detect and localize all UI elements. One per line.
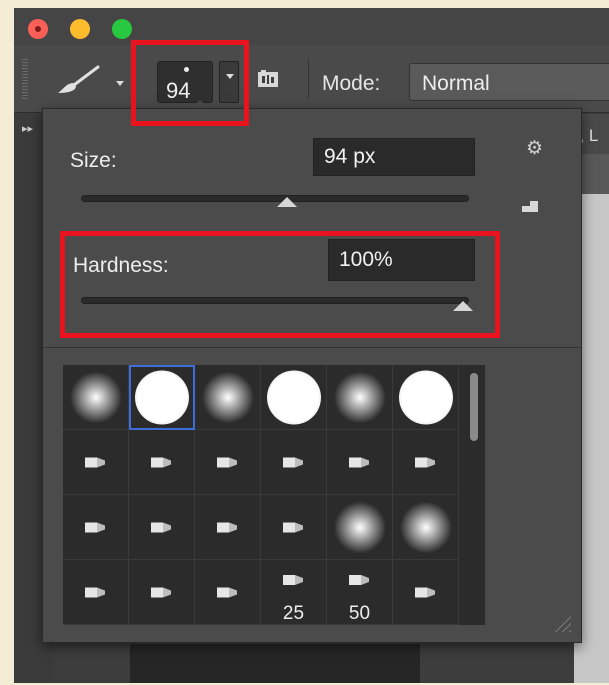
brush-tip-grid: 25 50 xyxy=(63,365,463,625)
popup-resize-grip[interactable] xyxy=(553,614,571,632)
minimize-window-button[interactable] xyxy=(70,19,90,39)
title-bar xyxy=(14,8,609,45)
brush-tip-soft-round[interactable] xyxy=(327,495,393,560)
brush-tip-tip-h[interactable] xyxy=(195,495,261,560)
gear-icon[interactable]: ⚙ xyxy=(526,137,543,160)
brush-tip-tip-n[interactable]: 50 xyxy=(327,560,393,625)
brush-tip-tip-fan[interactable] xyxy=(327,430,393,495)
brush-tip-hard-round[interactable] xyxy=(393,365,459,430)
brush-tip-tip-g[interactable] xyxy=(129,495,195,560)
new-preset-icon[interactable] xyxy=(520,197,540,213)
blend-mode-select[interactable]: Normal xyxy=(409,63,609,101)
brush-tip-soft-round[interactable] xyxy=(195,365,261,430)
size-field[interactable]: 94 px xyxy=(313,138,475,176)
mode-label: Mode: xyxy=(322,72,381,95)
close-window-button[interactable] xyxy=(28,19,48,39)
brush-tip-tip-j[interactable] xyxy=(63,560,129,625)
brush-tip-tip-k[interactable] xyxy=(129,560,195,625)
tool-preset-dropdown-caret[interactable] xyxy=(116,81,124,86)
size-slider[interactable] xyxy=(81,195,469,202)
brush-tip-tip-i[interactable] xyxy=(261,495,327,560)
zoom-window-button[interactable] xyxy=(112,19,132,39)
popup-divider xyxy=(43,347,581,348)
brush-tip-soft-round[interactable] xyxy=(327,365,393,430)
brush-tip-tip-c[interactable] xyxy=(195,430,261,495)
brush-grid-scrollbar[interactable] xyxy=(463,365,485,625)
hardness-highlight xyxy=(60,231,500,338)
brush-tip-tip-b[interactable] xyxy=(129,430,195,495)
brush-grid-scroll-thumb[interactable] xyxy=(470,373,478,441)
brush-preset-highlight xyxy=(131,40,249,126)
brush-preset-popup: Size: 94 px ⚙ Hardness: 100% 25 50 xyxy=(42,108,582,643)
brush-tip-hard-round[interactable] xyxy=(129,365,195,430)
expand-panel-icon[interactable]: ▸▸ xyxy=(22,122,33,135)
options-bar-grip[interactable] xyxy=(22,59,28,99)
brush-tip-soft-round[interactable] xyxy=(63,365,129,430)
brush-tip-size-label: 25 xyxy=(282,603,305,624)
brush-tip-tip-a[interactable] xyxy=(63,430,129,495)
brush-settings-panel-icon[interactable] xyxy=(257,69,279,89)
brush-icon[interactable] xyxy=(54,65,102,95)
brush-tip-hard-round[interactable] xyxy=(261,365,327,430)
brush-tip-tip-d[interactable] xyxy=(261,430,327,495)
brush-tip-tip-l[interactable] xyxy=(195,560,261,625)
size-label: Size: xyxy=(70,149,117,172)
brush-tip-tip-m[interactable]: 25 xyxy=(261,560,327,625)
options-separator xyxy=(308,59,309,99)
options-bar: 94 Mode: Normal xyxy=(14,45,609,113)
brush-tip-tip-o[interactable] xyxy=(393,560,459,625)
canvas-dark-area xyxy=(130,644,420,683)
brush-tip-soft-round[interactable] xyxy=(393,495,459,560)
brush-tip-tip-f[interactable] xyxy=(63,495,129,560)
brush-tip-size-label: 50 xyxy=(348,603,371,624)
brush-tip-tip-e[interactable] xyxy=(393,430,459,495)
